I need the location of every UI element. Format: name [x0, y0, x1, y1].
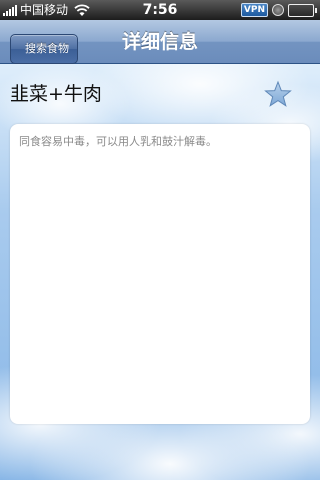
food-name-title: 韭菜+牛肉 [10, 83, 102, 105]
detail-content: 韭菜+牛肉 同食容易中毒，可以用人乳和鼓汁解毒。 [0, 64, 320, 480]
lock-icon [272, 4, 284, 16]
page-title: 详细信息 [121, 31, 198, 53]
description-text: 同食容易中毒，可以用人乳和鼓汁解毒。 [19, 135, 217, 148]
status-right: VPN [240, 2, 317, 18]
back-button[interactable]: 搜索食物 [10, 34, 78, 64]
description-card: 同食容易中毒，可以用人乳和鼓汁解毒。 [10, 124, 310, 424]
star-icon[interactable] [264, 80, 292, 108]
vpn-badge: VPN [240, 3, 268, 17]
battery-icon [288, 3, 317, 17]
navigation-bar: 搜索食物 详细信息 [0, 20, 320, 64]
back-button-wrap[interactable]: 搜索食物 [5, 27, 78, 64]
status-bar: 中国移动 7:56 VPN [0, 0, 320, 20]
